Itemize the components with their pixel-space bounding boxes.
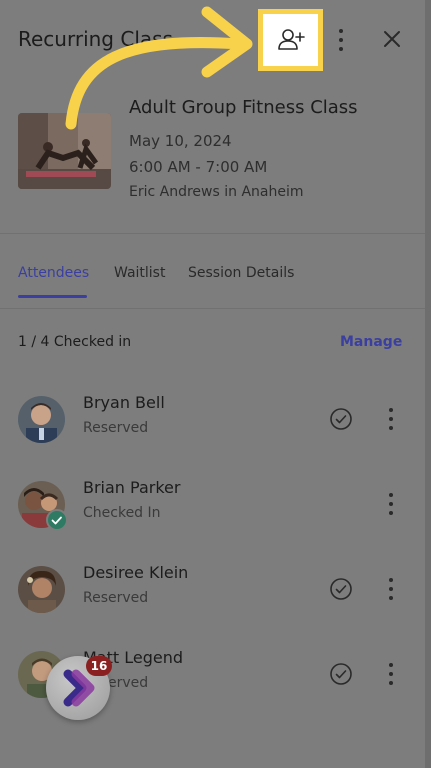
manage-button[interactable]: Manage [340,334,402,350]
more-vertical-icon[interactable] [385,663,397,685]
more-vertical-icon[interactable] [385,408,397,430]
checked-in-badge [46,509,68,531]
attendee-name: Bryan Bell [83,393,165,412]
tab-attendees[interactable]: Attendees [18,265,89,281]
check-in-icon[interactable] [329,407,353,431]
attendee-row[interactable]: Brian Parker Checked In [0,478,425,566]
attendee-row[interactable]: Bryan Bell Reserved [0,393,425,481]
attendee-row[interactable]: Desiree Klein Reserved [0,563,425,651]
tab-waitlist[interactable]: Waitlist [114,265,165,281]
check-in-icon[interactable] [329,662,353,686]
attendee-name: Brian Parker [83,478,181,497]
close-icon[interactable] [380,27,404,51]
add-person-icon[interactable] [277,27,305,53]
more-vertical-icon[interactable] [333,27,349,53]
class-location: Eric Andrews in Anaheim [129,184,304,200]
attendee-status: Reserved [83,420,149,436]
more-vertical-icon[interactable] [385,493,397,515]
attendee-status: Reserved [83,590,149,606]
attendee-status: Checked In [83,505,161,521]
annotation-arrow [65,6,253,130]
checked-in-summary: 1 / 4 Checked in [18,334,132,350]
tab-session-details[interactable]: Session Details [188,265,294,281]
avatar [18,396,65,443]
more-vertical-icon[interactable] [385,578,397,600]
divider [0,233,425,234]
class-time: 6:00 AM - 7:00 AM [129,158,268,176]
notification-badge: 16 [86,656,112,676]
active-tab-indicator [18,295,87,298]
scrollbar[interactable] [425,0,431,768]
divider [0,308,425,309]
avatar [18,566,65,613]
check-in-icon[interactable] [329,577,353,601]
attendee-name: Desiree Klein [83,563,189,582]
